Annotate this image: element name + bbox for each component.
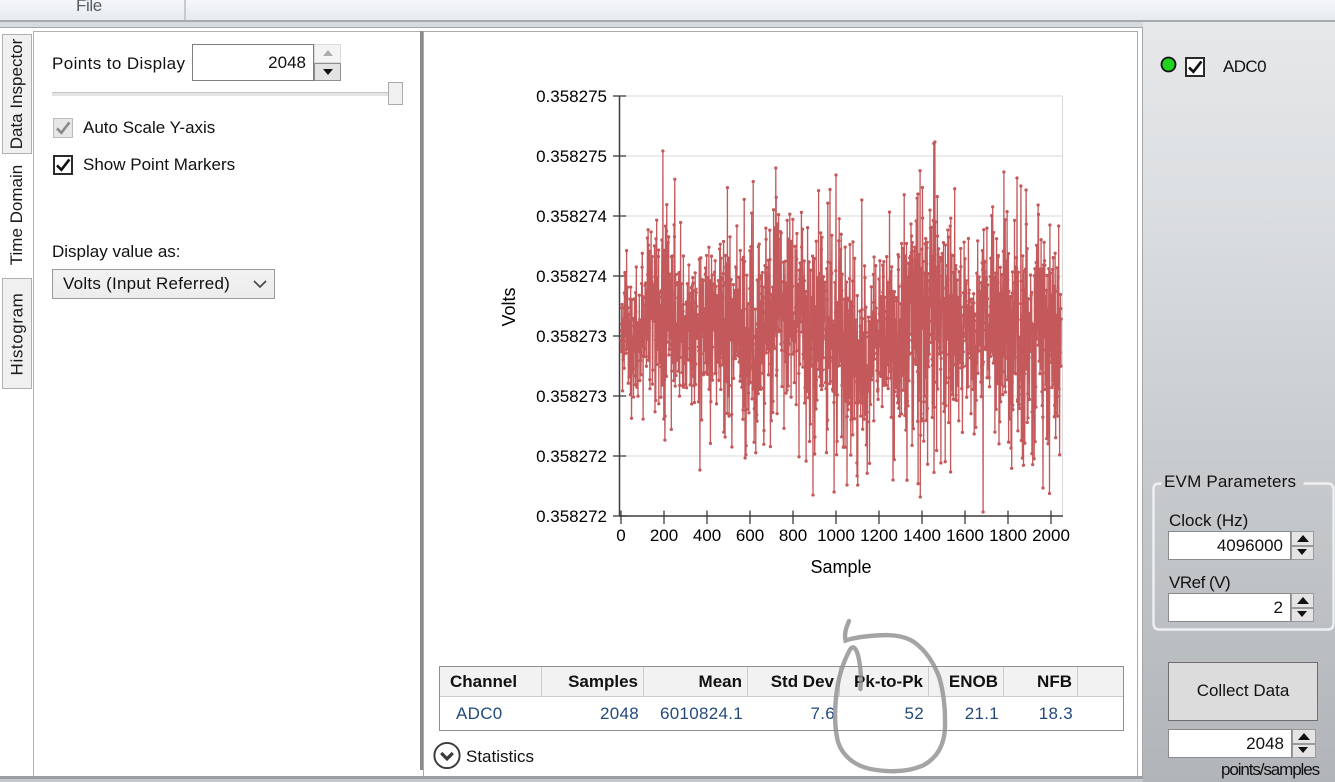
svg-text:800: 800 — [779, 526, 807, 545]
svg-text:0.358275: 0.358275 — [536, 147, 607, 166]
svg-text:1200: 1200 — [860, 526, 898, 545]
svg-text:0.358273: 0.358273 — [536, 327, 607, 346]
svg-text:400: 400 — [693, 526, 721, 545]
svg-text:1400: 1400 — [903, 526, 941, 545]
svg-text:1600: 1600 — [946, 526, 984, 545]
svg-text:600: 600 — [736, 526, 764, 545]
svg-text:Sample: Sample — [810, 557, 871, 577]
svg-text:0.358274: 0.358274 — [536, 267, 607, 286]
svg-text:1800: 1800 — [989, 526, 1027, 545]
svg-text:0.358272: 0.358272 — [536, 507, 607, 526]
svg-text:0: 0 — [616, 526, 625, 545]
svg-text:0.358274: 0.358274 — [536, 207, 607, 226]
svg-text:0.358273: 0.358273 — [536, 387, 607, 406]
svg-text:0.358272: 0.358272 — [536, 447, 607, 466]
svg-text:1000: 1000 — [817, 526, 855, 545]
svg-text:200: 200 — [650, 526, 678, 545]
svg-text:Volts: Volts — [499, 287, 519, 326]
svg-text:2000: 2000 — [1032, 526, 1070, 545]
svg-text:0.358275: 0.358275 — [536, 87, 607, 106]
